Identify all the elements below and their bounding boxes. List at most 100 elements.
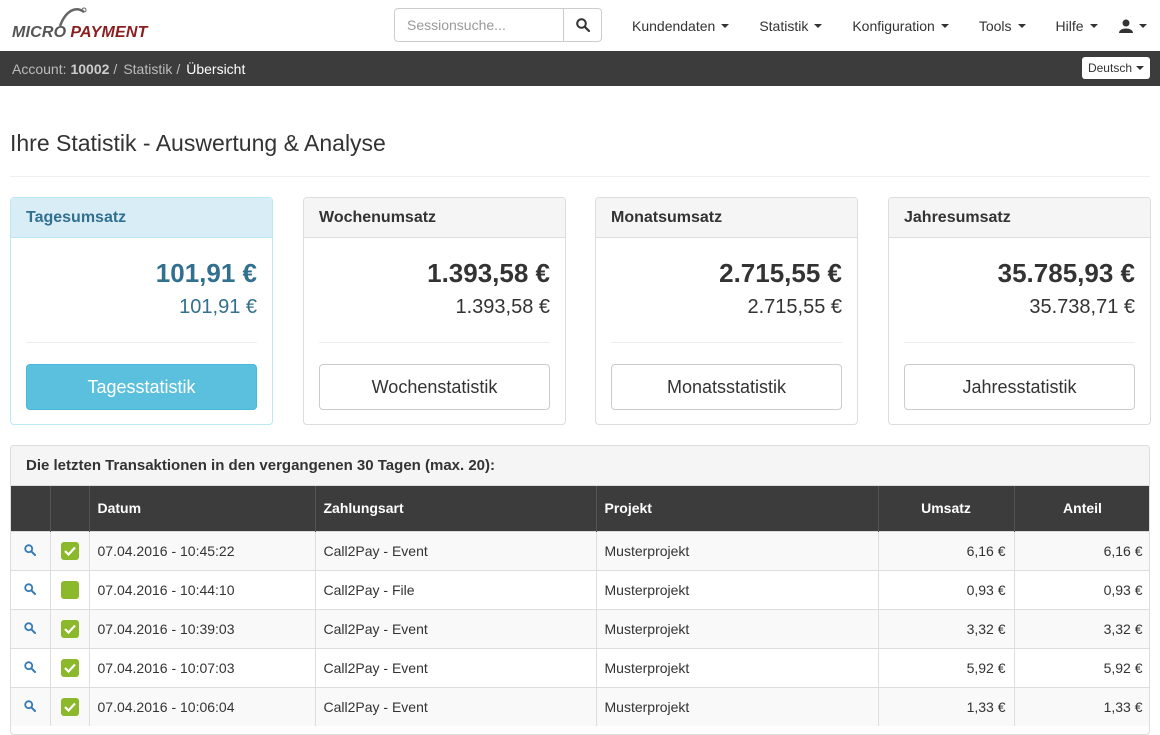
- transactions-table: Datum Zahlungsart Projekt Umsatz Anteil …: [11, 486, 1149, 726]
- panel-title: Jahresumsatz: [889, 198, 1150, 238]
- search-icon: [24, 543, 37, 556]
- menu-tools[interactable]: Tools: [964, 0, 1041, 51]
- cell-projekt: Musterprojekt: [596, 608, 879, 648]
- cell-projekt: Musterprojekt: [596, 686, 879, 726]
- panel-amount-main: 35.785,93 €: [997, 258, 1135, 288]
- breadcrumb-account-number[interactable]: 10002: [70, 61, 109, 77]
- cell-projekt: Musterprojekt: [596, 569, 879, 609]
- cell-datum: 07.04.2016 - 10:45:22: [89, 530, 316, 570]
- panel-amount-main: 2.715,55 €: [719, 258, 842, 288]
- cell-zahlungsart: Call2Pay - File: [315, 569, 597, 609]
- panel-amount-secondary: 101,91 €: [179, 296, 257, 318]
- session-search-input[interactable]: [394, 8, 564, 42]
- transactions-title: Die letzten Transaktionen in den vergang…: [11, 446, 1149, 486]
- chevron-down-icon: [814, 23, 823, 28]
- table-row: 07.04.2016 - 10:45:22 Call2Pay - Event Mus…: [11, 530, 1149, 570]
- menu-konfiguration[interactable]: Konfiguration: [837, 0, 964, 51]
- panel-title: Wochenumsatz: [304, 198, 565, 238]
- menu-statistik[interactable]: Statistik: [744, 0, 837, 51]
- details-cell: [11, 647, 51, 687]
- breadcrumb-statistik[interactable]: Statistik: [123, 61, 172, 77]
- cell-umsatz: 6,16 €: [878, 530, 1015, 570]
- checkmark-icon: [63, 702, 76, 712]
- chevron-down-icon: [1138, 23, 1147, 28]
- breadcrumb-account-label: Account:: [12, 60, 67, 77]
- details-link[interactable]: [24, 582, 37, 598]
- chevron-down-icon: [940, 23, 949, 28]
- panel-amount-secondary: 35.738,71 €: [1029, 296, 1135, 318]
- cell-anteil: 5,92 €: [1014, 647, 1149, 687]
- chevron-down-icon: [1089, 23, 1098, 28]
- jahresstatistik-button[interactable]: Jahresstatistik: [904, 364, 1135, 410]
- status-cell: [50, 569, 90, 609]
- status-check: [60, 658, 79, 677]
- menu-hilfe[interactable]: Hilfe: [1041, 0, 1113, 51]
- panel-title: Tagesumsatz: [11, 198, 272, 238]
- cell-datum: 07.04.2016 - 10:44:10: [89, 569, 316, 609]
- details-link[interactable]: [24, 543, 37, 559]
- main-menu: Kundendaten Statistik Konfiguration Tool…: [617, 0, 1159, 51]
- tagesstatistik-button[interactable]: Tagesstatistik: [26, 364, 257, 410]
- status-check: [60, 619, 79, 638]
- checkmark-icon: [63, 663, 76, 673]
- divider: [26, 342, 257, 343]
- cell-zahlungsart: Call2Pay - Event: [315, 530, 597, 570]
- details-cell: [11, 569, 51, 609]
- cell-umsatz: 0,93 €: [878, 569, 1015, 609]
- micropayment-logo[interactable]: MICRO PAYMENT: [12, 6, 162, 46]
- details-cell: [11, 686, 51, 726]
- panel-amount-main: 101,91 €: [155, 258, 257, 288]
- details-cell: [11, 608, 51, 648]
- language-select[interactable]: Deutsch: [1081, 57, 1150, 79]
- divider: [904, 342, 1135, 343]
- cell-umsatz: 3,32 €: [878, 608, 1015, 648]
- menu-user[interactable]: [1113, 0, 1159, 51]
- cell-anteil: 3,32 €: [1014, 608, 1149, 648]
- monatsstatistik-button[interactable]: Monatsstatistik: [611, 364, 842, 410]
- cell-datum: 07.04.2016 - 10:06:04: [89, 686, 316, 726]
- page-title: Ihre Statistik - Auswertung & Analyse: [10, 130, 386, 156]
- status-check: [60, 541, 79, 560]
- top-navbar: MICROPAYMENT Kundendaten Statistik Konfi…: [0, 0, 1160, 51]
- divider: [319, 342, 550, 343]
- details-link[interactable]: [24, 699, 37, 715]
- details-link[interactable]: [24, 621, 37, 637]
- user-icon: [1118, 19, 1133, 33]
- column-header-datum[interactable]: Datum: [89, 486, 316, 531]
- panel-tagesumsatz: Tagesumsatz 101,91 € 101,91 € Tagesstati…: [10, 197, 273, 425]
- wochenstatistik-button[interactable]: Wochenstatistik: [319, 364, 550, 410]
- menu-kundendaten[interactable]: Kundendaten: [617, 0, 744, 51]
- panel-monatsumsatz: Monatsumsatz 2.715,55 € 2.715,55 € Monat…: [595, 197, 858, 425]
- cell-anteil: 0,93 €: [1014, 569, 1149, 609]
- column-header-details: [11, 486, 51, 531]
- search-button[interactable]: [564, 8, 602, 42]
- chevron-down-icon: [1017, 23, 1026, 28]
- column-header-zahlungsart[interactable]: Zahlungsart: [315, 486, 597, 531]
- checkmark-icon: [63, 624, 76, 634]
- status-cell: [50, 686, 90, 726]
- logo-micro-text: MICRO: [12, 24, 67, 41]
- cell-anteil: 1,33 €: [1014, 686, 1149, 726]
- cell-zahlungsart: Call2Pay - Event: [315, 686, 597, 726]
- cell-zahlungsart: Call2Pay - Event: [315, 647, 597, 687]
- cell-umsatz: 1,33 €: [878, 686, 1015, 726]
- details-cell: [11, 530, 51, 570]
- details-link[interactable]: [24, 660, 37, 676]
- cell-datum: 07.04.2016 - 10:07:03: [89, 647, 316, 687]
- cell-umsatz: 5,92 €: [878, 647, 1015, 687]
- column-header-projekt[interactable]: Projekt: [596, 486, 879, 531]
- status-check: [60, 697, 79, 716]
- search-icon: [575, 18, 590, 32]
- session-search: [394, 8, 602, 42]
- cell-zahlungsart: Call2Pay - Event: [315, 608, 597, 648]
- search-icon: [24, 700, 37, 712]
- cell-anteil: 6,16 €: [1014, 530, 1149, 570]
- logo-payment-text: PAYMENT: [70, 24, 148, 41]
- table-row: 07.04.2016 - 10:44:10 Call2Pay - File Must…: [11, 569, 1149, 609]
- panel-jahresumsatz: Jahresumsatz 35.785,93 € 35.738,71 € Jah…: [888, 197, 1151, 425]
- panel-title: Monatsumsatz: [596, 198, 857, 238]
- column-header-anteil[interactable]: Anteil: [1014, 486, 1149, 531]
- status-cell: [50, 530, 90, 570]
- search-icon: [24, 660, 37, 673]
- column-header-umsatz[interactable]: Umsatz: [878, 486, 1015, 531]
